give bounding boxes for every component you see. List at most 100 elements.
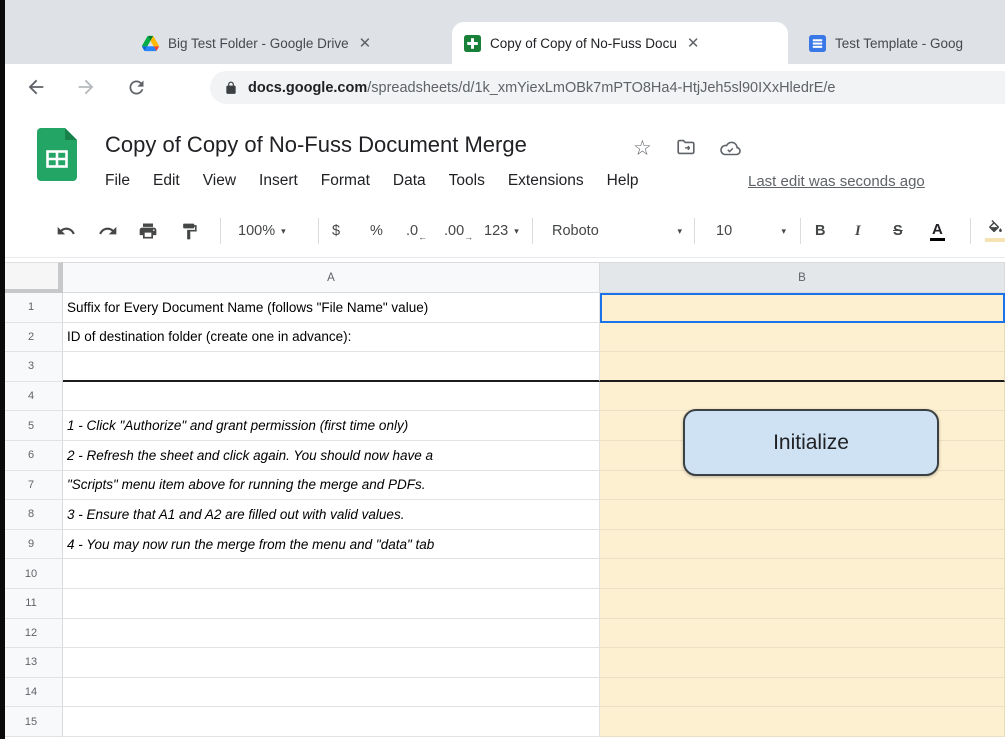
cell-A5[interactable]: 1 - Click "Authorize" and grant permissi… [63, 411, 600, 441]
tab-spreadsheet-active[interactable]: Copy of Copy of No-Fuss Docu ✕ [452, 22, 788, 64]
strikethrough-button[interactable]: S [893, 218, 903, 244]
bold-button[interactable]: B [815, 218, 825, 244]
cell-A3[interactable] [63, 352, 600, 382]
format-currency-button[interactable]: $ [332, 218, 340, 244]
zoom-select[interactable]: 100% ▾ [238, 218, 286, 244]
cell-B13[interactable] [600, 648, 1005, 678]
cell-A10[interactable] [63, 559, 600, 589]
cloud-saved-icon[interactable] [718, 136, 742, 165]
cell-B11[interactable] [600, 588, 1005, 619]
cell-A11[interactable] [63, 588, 600, 619]
menu-help[interactable]: Help [607, 172, 639, 190]
cell-A7[interactable]: "Scripts" menu item above for running th… [63, 470, 600, 501]
row-header-12[interactable]: 12 [0, 618, 63, 649]
row-header-1[interactable]: 1 [0, 293, 63, 323]
cell-B12[interactable] [600, 618, 1005, 649]
cell-A15[interactable] [63, 707, 600, 737]
sheets-header: Copy of Copy of No-Fuss Document Merge ☆… [0, 110, 1005, 205]
row-header-13[interactable]: 13 [0, 648, 63, 678]
chevron-down-icon: ▾ [677, 225, 682, 236]
close-icon[interactable]: ✕ [359, 36, 372, 51]
toolbar-divider [318, 218, 319, 244]
format-percent-button[interactable]: % [370, 218, 383, 244]
menu-file[interactable]: File [105, 172, 130, 190]
cell-B1-selected[interactable] [600, 293, 1005, 323]
spreadsheet-grid: A B 1 Suffix for Every Document Name (fo… [0, 258, 1005, 739]
cell-B14[interactable] [600, 677, 1005, 708]
menu-data[interactable]: Data [393, 172, 426, 190]
move-folder-icon[interactable] [675, 136, 697, 163]
window-edge [0, 0, 5, 739]
row-header-10[interactable]: 10 [0, 559, 63, 589]
tab-title: Test Template - Goog [835, 35, 964, 51]
increase-decimal-button[interactable]: .00 → [444, 218, 473, 244]
close-icon[interactable]: ✕ [687, 36, 700, 51]
undo-button[interactable] [56, 218, 76, 244]
row-header-11[interactable]: 11 [0, 588, 63, 619]
menu-edit[interactable]: Edit [153, 172, 180, 190]
cell-A13[interactable] [63, 648, 600, 678]
fill-color-button[interactable] [985, 218, 1005, 244]
reload-icon [129, 80, 143, 94]
cell-B15[interactable] [600, 707, 1005, 737]
redo-button[interactable] [98, 218, 118, 244]
last-edit-status[interactable]: Last edit was seconds ago [748, 173, 925, 190]
star-icon[interactable]: ☆ [633, 136, 652, 161]
tab-title: Big Test Folder - Google Drive [168, 35, 349, 51]
forward-button[interactable] [72, 73, 100, 101]
sheet-row-4: 4 [0, 381, 1005, 412]
toolbar: 100% ▾ $ % .0 ← .00 → 123 ▾ Roboto ▾ 10 ▾ … [0, 205, 1005, 258]
menu-insert[interactable]: Insert [259, 172, 298, 190]
redo-icon [99, 226, 117, 235]
reload-button[interactable] [122, 73, 150, 101]
font-size-select[interactable]: 10 ▾ [716, 218, 786, 244]
initialize-button[interactable]: Initialize [683, 409, 939, 476]
cell-B3[interactable] [600, 352, 1005, 382]
cell-A12[interactable] [63, 618, 600, 649]
row-header-9[interactable]: 9 [0, 529, 63, 560]
row-header-3[interactable]: 3 [0, 352, 63, 382]
row-header-5[interactable]: 5 [0, 411, 63, 441]
menu-view[interactable]: View [203, 172, 236, 190]
cell-B10[interactable] [600, 559, 1005, 589]
menu-extensions[interactable]: Extensions [508, 172, 584, 190]
row-header-14[interactable]: 14 [0, 677, 63, 708]
font-select[interactable]: Roboto ▾ [552, 218, 682, 244]
text-color-button[interactable]: A [930, 218, 945, 244]
column-header-B[interactable]: B [600, 262, 1005, 293]
cell-A8[interactable]: 3 - Ensure that A1 and A2 are filled out… [63, 500, 600, 530]
sheet-row-8: 8 3 - Ensure that A1 and A2 are filled o… [0, 500, 1005, 530]
row-header-4[interactable]: 4 [0, 381, 63, 412]
row-header-2[interactable]: 2 [0, 322, 63, 353]
row-header-7[interactable]: 7 [0, 470, 63, 501]
address-bar[interactable]: docs.google.com/spreadsheets/d/1k_xmYiex… [210, 71, 1005, 104]
row-header-8[interactable]: 8 [0, 500, 63, 530]
row-header-15[interactable]: 15 [0, 707, 63, 737]
decrease-decimal-button[interactable]: .0 ← [406, 218, 427, 244]
menu-format[interactable]: Format [321, 172, 370, 190]
document-title[interactable]: Copy of Copy of No-Fuss Document Merge [105, 132, 527, 158]
back-button[interactable] [22, 73, 50, 101]
cell-A1[interactable]: Suffix for Every Document Name (follows … [63, 293, 600, 323]
print-button[interactable] [138, 218, 158, 244]
italic-button[interactable]: I [855, 218, 861, 244]
cell-B4[interactable] [600, 381, 1005, 412]
cell-A14[interactable] [63, 677, 600, 708]
more-formats-button[interactable]: 123 ▾ [484, 218, 519, 244]
cell-B8[interactable] [600, 500, 1005, 530]
row-header-6[interactable]: 6 [0, 440, 63, 471]
tab-test-template[interactable]: Test Template - Goog [797, 22, 1005, 64]
select-all-corner[interactable] [0, 262, 63, 293]
cell-B9[interactable] [600, 529, 1005, 560]
cell-B2[interactable] [600, 322, 1005, 353]
menu-tools[interactable]: Tools [449, 172, 485, 190]
toolbar-divider [532, 218, 533, 244]
cell-A9[interactable]: 4 - You may now run the merge from the m… [63, 529, 600, 560]
paint-format-button[interactable] [180, 218, 199, 244]
column-header-A[interactable]: A [63, 262, 600, 293]
sheet-row-14: 14 [0, 677, 1005, 708]
cell-A2[interactable]: ID of destination folder (create one in … [63, 322, 600, 353]
cell-A4[interactable] [63, 381, 600, 412]
tab-google-drive[interactable]: Big Test Folder - Google Drive ✕ [130, 22, 445, 64]
cell-A6[interactable]: 2 - Refresh the sheet and click again. Y… [63, 440, 600, 471]
